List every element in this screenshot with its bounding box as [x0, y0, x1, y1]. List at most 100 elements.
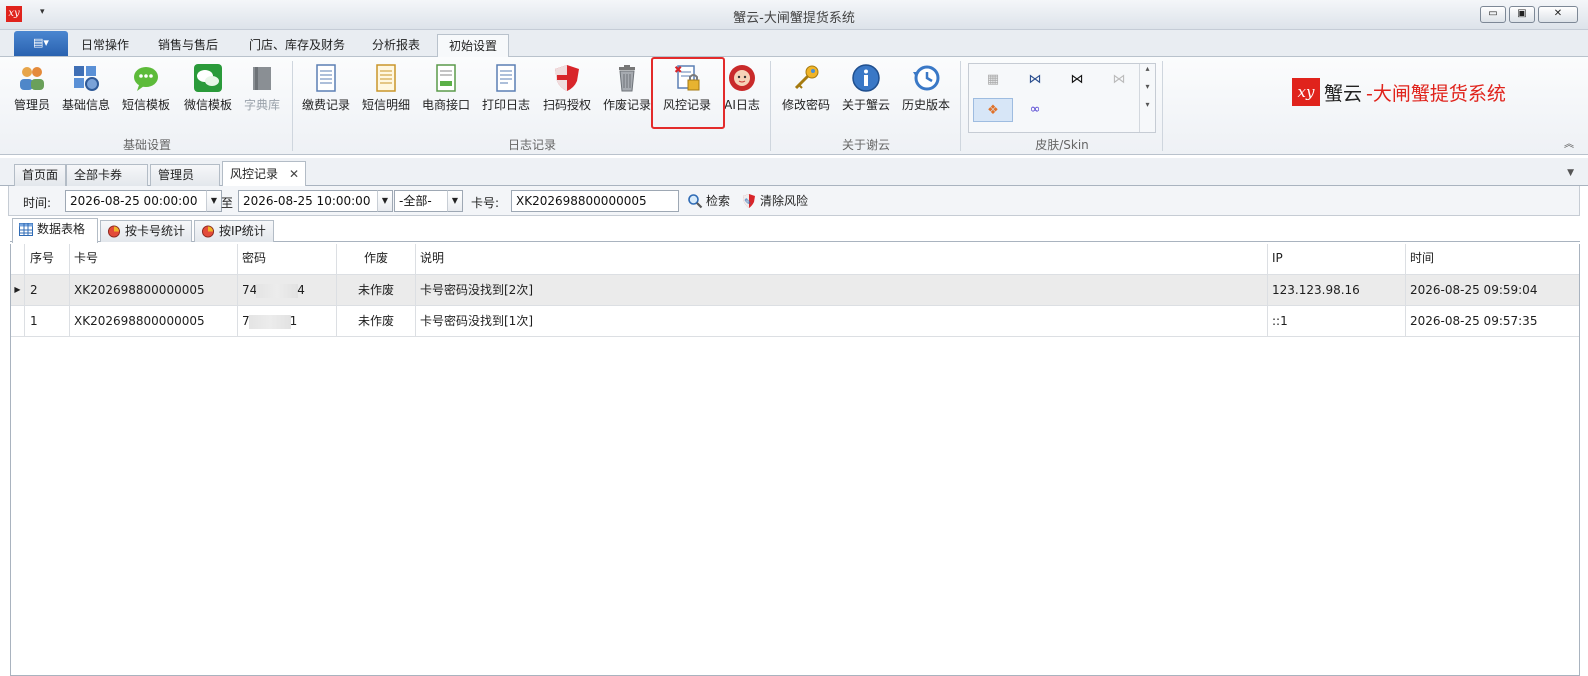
status-select[interactable]: -全部- [394, 190, 448, 212]
column-header[interactable]: 作废 [337, 244, 416, 274]
close-button[interactable]: ✕ [1538, 6, 1578, 23]
subtab-by-card-label: 按卡号统计 [125, 224, 186, 238]
group-label-basic: 基础设置 [122, 138, 171, 152]
about-label: 关于蟹云 [841, 98, 890, 112]
card-number-input[interactable]: XK202698800000005 [511, 190, 679, 212]
wechat-icon [194, 64, 222, 92]
risk-log-table: 序号 卡号 密码 作废 说明 IP 时间 ▶ 2 XK2026988000000… [10, 244, 1580, 676]
print-log-button[interactable]: 打印日志 [476, 61, 536, 119]
subtab-by-ip[interactable]: 按IP统计 [194, 220, 274, 242]
sms-template-button[interactable]: 短信模板 [116, 61, 176, 119]
clear-risk-label: 清除风险 [760, 194, 809, 208]
about-button[interactable]: 关于蟹云 [836, 61, 896, 119]
skin-office-icon[interactable]: ▦ [973, 68, 1013, 92]
search-label: 检索 [706, 194, 731, 208]
current-row-indicator-icon: ▶ [11, 275, 25, 305]
row-indicator-header [11, 244, 25, 274]
doc-tab-risk-log-label: 风控记录 [230, 167, 279, 181]
time-to-input[interactable]: 2026-08-25 10:00:00 [238, 190, 378, 212]
doc-tab-all-cards[interactable]: 全部卡券 [66, 164, 148, 186]
column-header[interactable]: 序号 [26, 244, 70, 274]
skin-gallery: ▦ ⋈ ⋈ ⋈ ❖ ∞ ▴ ▾ ▾ [968, 63, 1156, 133]
cell-seq: 2 [26, 275, 70, 305]
card-label: 卡号: [471, 196, 500, 210]
skin-infinity-icon[interactable]: ∞ [1015, 98, 1055, 122]
basic-info-button[interactable]: 基础信息 [56, 61, 116, 119]
search-icon [688, 194, 703, 209]
brand-banner: xy 蟹云 -大闸蟹提货系统 [1292, 77, 1506, 107]
doc-tab-home[interactable]: 首页面 [14, 164, 66, 186]
tab-sales-aftersales[interactable]: 销售与售后 [146, 34, 230, 57]
time-to-dropdown-icon[interactable]: ▼ [377, 190, 393, 212]
doc-tab-admin[interactable]: 管理员 [150, 164, 220, 186]
table-header-row: 序号 卡号 密码 作废 说明 IP 时间 [11, 244, 1579, 275]
password-redaction [256, 283, 299, 298]
dictionary-label: 字典库 [243, 98, 280, 112]
cell-card: XK202698800000005 [70, 275, 238, 305]
change-password-button[interactable]: 修改密码 [776, 61, 836, 119]
tab-daily-ops[interactable]: 日常操作 [72, 34, 138, 57]
book-icon [253, 67, 271, 90]
key-icon [794, 65, 819, 90]
tab-store-inventory-finance[interactable]: 门店、库存及财务 [238, 34, 356, 57]
document-icon [316, 64, 336, 92]
table-row[interactable]: 1 XK202698800000005 71 未作废 卡号密码没找到[1次] :… [11, 306, 1579, 337]
document-tab-bar: 首页面 全部卡券 管理员 风控记录 ✕ ▼ [0, 158, 1588, 187]
ribbon-collapse-icon[interactable]: ︽ [1564, 135, 1574, 150]
clear-risk-button[interactable]: ✎ 清除风险 [741, 191, 808, 211]
brand-logo-icon: xy [1292, 78, 1320, 106]
column-header[interactable]: 说明 [416, 244, 1268, 274]
sms-detail-label: 短信明细 [361, 98, 410, 112]
time-from-dropdown-icon[interactable]: ▼ [206, 190, 222, 212]
time-from-input[interactable]: 2026-08-25 00:00:00 [65, 190, 207, 212]
dictionary-button[interactable]: 字典库 [232, 61, 292, 119]
status-dropdown-icon[interactable]: ▼ [447, 190, 463, 212]
skin-gallery-scrollbar[interactable]: ▴ ▾ ▾ [1139, 64, 1155, 132]
cell-void: 未作废 [337, 306, 416, 336]
skin-vs-blue-icon[interactable]: ⋈ [1015, 68, 1055, 92]
cell-card: XK202698800000005 [70, 306, 238, 336]
document-icon [376, 64, 396, 92]
row-indicator [11, 306, 25, 336]
version-history-button[interactable]: 历史版本 [896, 61, 956, 119]
column-header[interactable]: IP [1268, 244, 1406, 274]
application-menu-button[interactable]: ▤▾ [14, 31, 68, 56]
cell-ip: ::1 [1268, 306, 1406, 336]
cell-time: 2026-08-25 09:57:35 [1410, 314, 1538, 328]
skin-vs-dark-icon[interactable]: ⋈ [1057, 68, 1097, 92]
password-suffix: 1 [289, 314, 298, 328]
scan-auth-button[interactable]: 扫码授权 [537, 61, 597, 119]
subtab-by-card[interactable]: 按卡号统计 [100, 220, 192, 242]
brand-suffix: -大闸蟹提货系统 [1366, 82, 1506, 105]
column-header[interactable]: 时间 [1406, 244, 1579, 274]
ecommerce-api-button[interactable]: 电商接口 [416, 61, 476, 119]
subtab-by-ip-label: 按IP统计 [219, 224, 266, 238]
basic-info-label: 基础信息 [61, 98, 110, 112]
wechat-template-button[interactable]: 微信模板 [178, 61, 238, 119]
maximize-button[interactable]: ▣ [1509, 6, 1535, 23]
table-row[interactable]: ▶ 2 XK202698800000005 74 4 未作废 卡号密码没找到[2次… [11, 275, 1579, 306]
sms-detail-button[interactable]: 短信明细 [356, 61, 416, 119]
table-icon [19, 223, 33, 236]
skin-windows-icon[interactable]: ❖ [973, 98, 1013, 122]
tab-reports[interactable]: 分析报表 [362, 34, 430, 57]
subtab-data-grid[interactable]: 数据表格 [12, 218, 98, 243]
group-label-logs: 日志记录 [507, 138, 556, 152]
column-header[interactable]: 卡号 [70, 244, 238, 274]
search-button[interactable]: 检索 [687, 191, 730, 211]
void-log-button[interactable]: 作废记录 [597, 61, 657, 119]
tab-initial-settings[interactable]: 初始设置 [437, 34, 509, 57]
tab-list-dropdown-icon[interactable]: ▼ [1567, 168, 1574, 178]
users-icon [20, 67, 44, 90]
pie-chart-icon [201, 225, 215, 238]
minimize-button[interactable]: ▭ [1480, 6, 1506, 23]
close-tab-icon[interactable]: ✕ [289, 162, 299, 186]
info-icon [852, 64, 880, 92]
doc-tab-risk-log[interactable]: 风控记录 ✕ [222, 161, 306, 187]
group-label-about: 关于谢云 [841, 138, 890, 152]
payment-log-button[interactable]: 缴费记录 [296, 61, 356, 119]
skin-vs-light-icon[interactable]: ⋈ [1099, 68, 1139, 92]
cell-description: 卡号密码没找到[1次] [416, 306, 1268, 336]
column-header[interactable]: 密码 [238, 244, 337, 274]
admin-button[interactable]: 管理员 [2, 61, 62, 119]
